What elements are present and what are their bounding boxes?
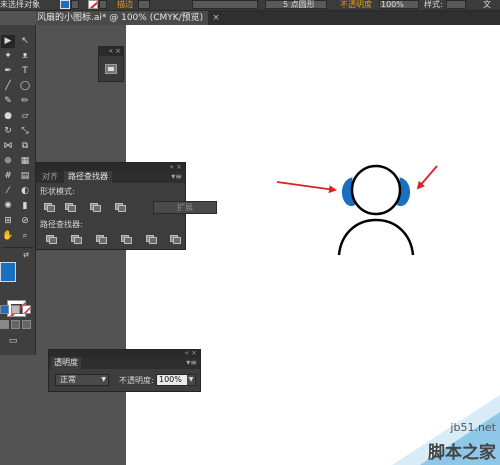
width-tool-icon[interactable]: ⋈ [1,140,15,153]
pathfinder-panel-header[interactable]: « × [36,163,185,171]
ellipse-tool-icon[interactable]: ◯ [18,80,32,93]
draw-inside-icon[interactable] [22,320,31,329]
opacity-input-value: 100% [159,375,182,384]
selection-status: 未选择对象 [0,0,40,9]
divide-button[interactable] [44,233,57,244]
merge-button[interactable] [94,233,107,244]
magic-wand-tool-icon[interactable]: ✦ [1,50,15,63]
panel-menu-icon[interactable]: ▾≡ [171,171,182,183]
no-stroke-icon[interactable] [88,0,98,9]
document-setup-button[interactable]: 文 [483,0,491,10]
lasso-tool-icon[interactable]: ᴥ [18,50,32,63]
unite-button[interactable] [42,201,55,212]
zoom-tool-icon[interactable]: ⌕ [18,230,32,243]
blend-tool-icon[interactable]: ◐ [18,185,32,198]
exclude-button[interactable] [113,201,126,212]
eraser-tool-icon[interactable]: ▱ [18,110,32,123]
fill-dropdown[interactable] [71,0,79,9]
pathfinders-label: 路径查找器: [40,220,83,229]
transparency-panel-header[interactable]: « × [49,350,200,357]
transparency-panel: « × 透明度 ▾≡ 正常 ▼ 不透明度: 100% ▼ [48,349,201,392]
control-bar: 未选择对象 描边 5 点圆形 不透明度 100% 样式: 文 [0,0,500,11]
style-label: 样式: [424,0,443,9]
watermark: jb51.net 脚本之家 [368,420,500,465]
tab-transparency[interactable]: 透明度 [51,357,81,369]
opacity-input[interactable]: 100% ▼ [156,374,196,386]
pathfinder-panel: « × 对齐 路径查找器 ▾≡ 形状模式: 扩展 路径查找器: [35,162,217,250]
watermark-url: jb51.net [450,421,496,434]
trim-button[interactable] [69,233,82,244]
outline-button[interactable] [144,233,157,244]
direct-selection-tool-icon[interactable]: ↖ [18,35,32,48]
minus-back-button[interactable] [168,233,181,244]
column-graph-tool-icon[interactable]: ▮ [18,200,32,213]
transparency-panel-tabs: 透明度 ▾≡ [49,357,200,369]
pen-tool-icon[interactable]: ✒ [1,65,15,78]
screen-mode-icon[interactable]: ▭ [5,335,21,348]
rotate-tool-icon[interactable]: ↻ [1,125,15,138]
variable-width-dropdown[interactable] [192,0,258,9]
eyedropper-tool-icon[interactable]: ⁄ [1,185,15,198]
document-tab[interactable]: 风扇的小图标.ai* @ 100% (CMYK/预览) [36,11,208,25]
mesh-tool-icon[interactable]: # [1,170,15,183]
tools-divider [2,247,34,248]
chevron-down-icon: ▼ [101,376,106,383]
scale-tool-icon[interactable]: ⤡ [18,125,32,138]
draw-normal-icon[interactable] [0,320,9,329]
shape-modes-label: 形状模式: [40,187,75,196]
collapsed-panel: « × [98,46,124,82]
hand-tool-icon[interactable]: ✋ [1,230,15,243]
blend-mode-select[interactable]: 正常 ▼ [55,374,109,386]
opacity-field-label: 不透明度: [119,376,154,385]
panel-toggle-icon[interactable] [105,64,117,74]
pencil-tool-icon[interactable]: ✏ [18,95,32,108]
draw-behind-icon[interactable] [11,320,20,329]
brush-label: 5 点圆形 [283,0,315,9]
stroke-label[interactable]: 描边 [117,0,133,10]
line-tool-icon[interactable]: ╱ [1,80,15,93]
pathfinder-panel-tabs: 对齐 路径查找器 ▾≡ [36,171,185,183]
selection-tool-icon[interactable]: ▶ [1,35,15,48]
gradient-mode-icon[interactable] [11,305,20,314]
stroke-dropdown[interactable] [99,0,107,9]
no-stroke-slash-icon [89,1,97,8]
tab-pathfinder[interactable]: 路径查找器 [64,171,112,183]
slice-tool-icon[interactable]: ⊘ [18,215,32,228]
panel-menu-icon[interactable]: ▾≡ [186,357,197,369]
none-slash-icon [23,306,30,313]
shape-builder-tool-icon[interactable]: ⊕ [1,155,15,168]
color-mode-icon[interactable] [0,305,9,314]
style-dropdown[interactable] [446,0,466,9]
symbol-sprayer-tool-icon[interactable]: ✺ [1,200,15,213]
collapsed-panel-header[interactable]: « × [99,47,123,56]
free-transform-tool-icon[interactable]: ⧉ [18,140,32,153]
chevron-down-icon[interactable]: ▼ [187,375,195,385]
intersect-button[interactable] [88,201,101,212]
artboard-tool-icon[interactable]: ⊞ [1,215,15,228]
close-icon[interactable]: × [210,12,222,24]
fill-color-box[interactable] [0,262,16,282]
tab-align[interactable]: 对齐 [38,171,62,183]
type-tool-icon[interactable]: T [18,65,32,78]
opacity-label[interactable]: 不透明度 [340,0,372,10]
stroke-weight-dropdown[interactable] [138,0,150,9]
blend-mode-value: 正常 [60,375,76,384]
swap-fill-stroke-icon[interactable]: ⇄ [19,249,33,262]
opacity-value: 100% [381,0,404,9]
document-tab-bar: 风扇的小图标.ai* @ 100% (CMYK/预览) × [36,11,500,25]
gradient-tool-icon[interactable]: ▤ [18,170,32,183]
none-mode-icon[interactable] [22,305,31,314]
blob-brush-tool-icon[interactable]: ● [1,110,15,123]
paintbrush-tool-icon[interactable]: ✎ [1,95,15,108]
watermark-text: 脚本之家 [428,443,496,463]
tools-panel: ▶ ↖ ✦ ᴥ ✒ T ╱ ◯ ✎ ✏ ● ▱ ↻ ⤡ ⋈ ⧉ ⊕ ▦ # ▤ … [0,25,36,355]
expand-button[interactable]: 扩展 [153,201,217,214]
perspective-grid-tool-icon[interactable]: ▦ [18,155,32,168]
minus-front-button[interactable] [63,201,76,212]
fill-color-swatch[interactable] [60,0,70,9]
crop-button[interactable] [119,233,132,244]
